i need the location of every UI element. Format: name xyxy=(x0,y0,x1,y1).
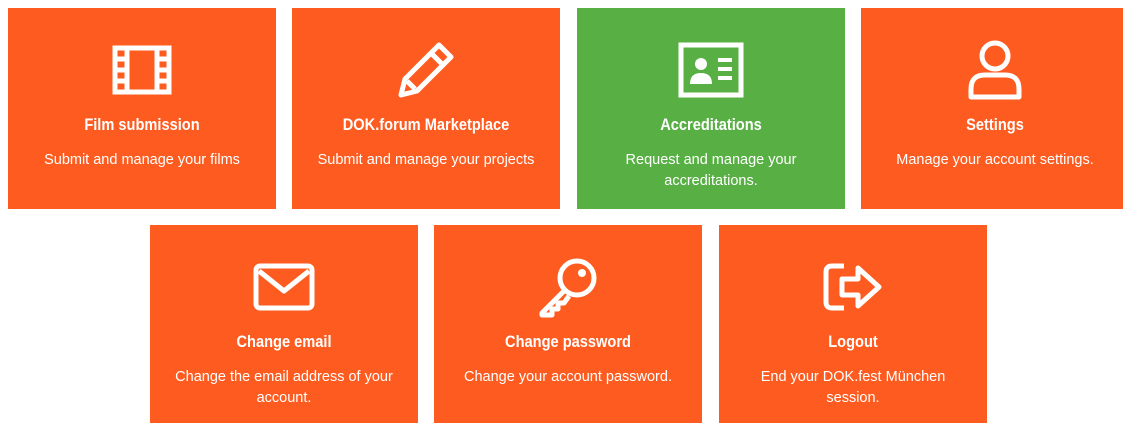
tile-title: Change email xyxy=(236,332,332,351)
tile-title: Logout xyxy=(828,332,878,351)
envelope-icon xyxy=(150,257,418,317)
user-icon xyxy=(861,40,1123,100)
tile-description: Request and manage your accreditations. xyxy=(625,152,797,189)
tile-accreditations[interactable]: Accreditations Request and manage your a… xyxy=(577,8,845,209)
tile-title: Accreditations xyxy=(660,115,762,134)
tile-settings[interactable]: Settings Manage your account settings. xyxy=(861,8,1123,209)
tile-logout[interactable]: Logout End your DOK.fest München session… xyxy=(719,225,987,423)
film-icon xyxy=(8,40,276,100)
tile-description: Manage your account settings. xyxy=(896,152,1094,168)
sign-out-icon xyxy=(719,257,987,317)
tile-description: Submit and manage your projects xyxy=(317,152,535,168)
tile-description: Change the email address of your account… xyxy=(175,369,393,406)
tile-film-submission[interactable]: Film submission Submit and manage your f… xyxy=(8,8,276,209)
tile-change-email[interactable]: Change email Change the email address of… xyxy=(150,225,418,423)
tile-dok-forum-marketplace[interactable]: DOK.forum Marketplace Submit and manage … xyxy=(292,8,560,209)
pencil-icon xyxy=(292,40,560,100)
tile-title: Settings xyxy=(966,115,1024,134)
key-icon xyxy=(434,257,702,318)
id-card-icon xyxy=(577,40,845,100)
tile-description: Change your account password. xyxy=(464,369,672,385)
tile-title: DOK.forum Marketplace xyxy=(342,115,510,134)
tile-change-password[interactable]: Change password Change your account pass… xyxy=(434,225,702,423)
tile-title: Change password xyxy=(505,332,631,351)
tile-title: Film submission xyxy=(84,115,200,134)
tile-description: End your DOK.fest München session. xyxy=(760,369,946,406)
tile-description: Submit and manage your films xyxy=(44,152,240,168)
